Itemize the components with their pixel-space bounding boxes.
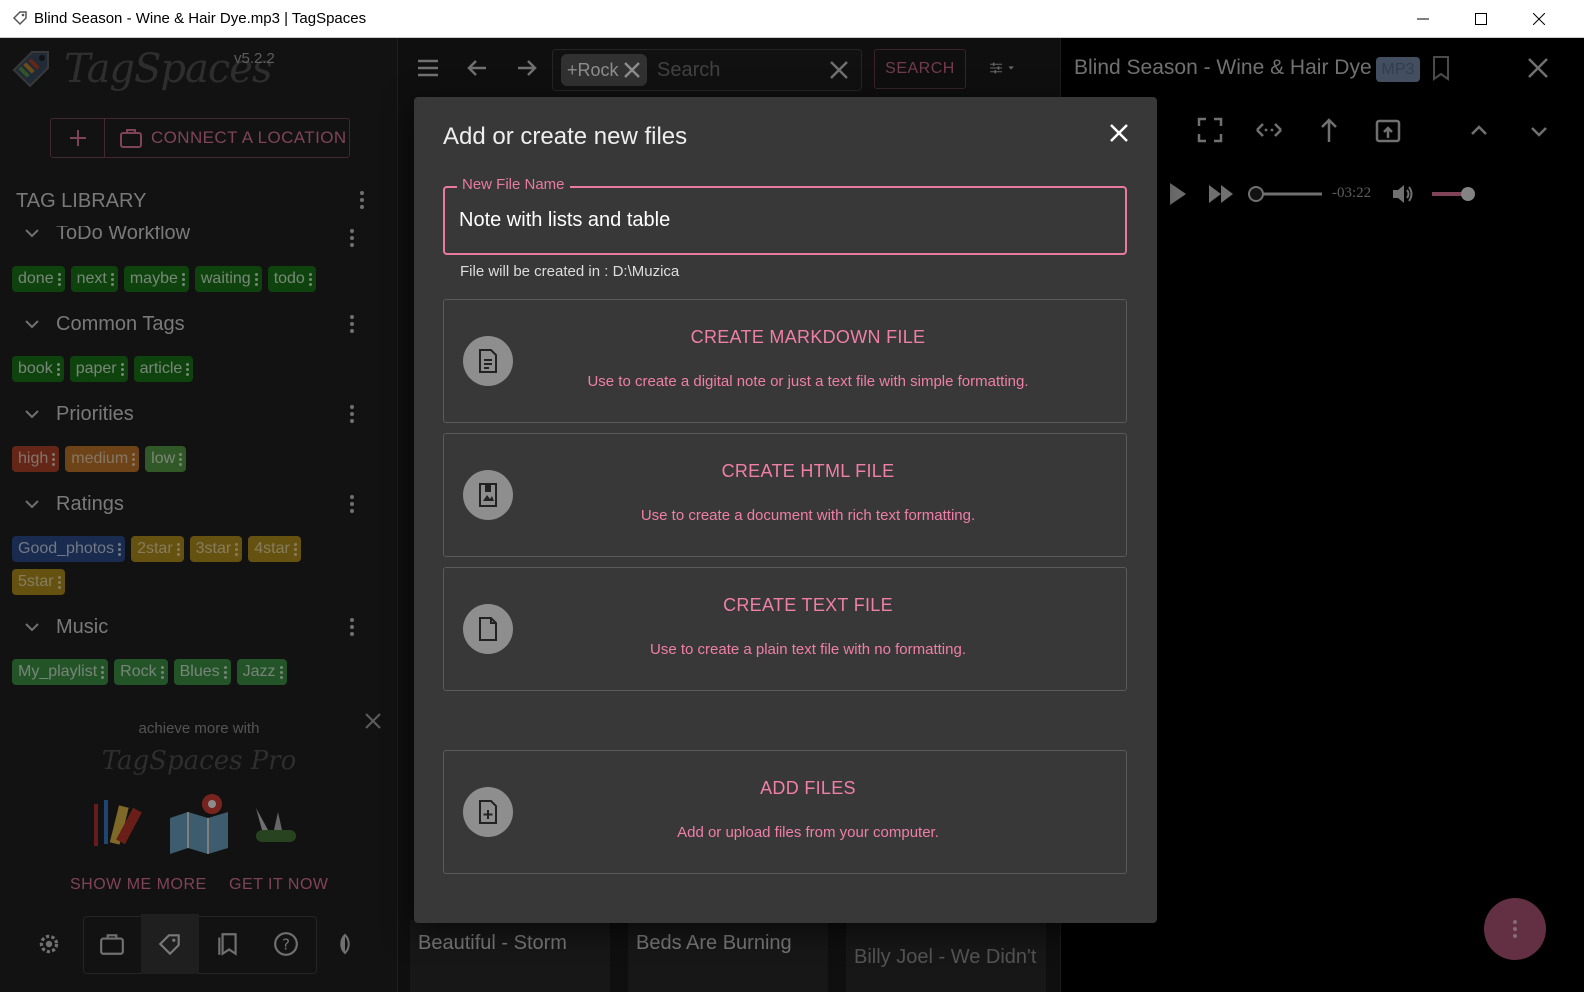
add-file-icon — [479, 800, 497, 824]
create-text-button[interactable]: CREATE TEXT FILE Use to create a plain t… — [443, 567, 1127, 691]
new-file-name-field[interactable]: New File Name Note with lists and table — [443, 176, 1127, 255]
option-description: Use to create a digital note or just a t… — [587, 373, 1029, 390]
create-html-button[interactable]: CREATE HTML FILE Use to create a documen… — [443, 433, 1127, 557]
new-file-name-label: New File Name — [457, 176, 570, 193]
close-icon — [1533, 13, 1545, 25]
close-dialog-icon[interactable] — [1107, 121, 1131, 145]
maximize-button[interactable] — [1452, 0, 1510, 38]
option-description: Add or upload files from your computer. — [677, 824, 939, 841]
window-titlebar: Blind Season - Wine & Hair Dye.mp3 | Tag… — [0, 0, 1584, 38]
close-window-button[interactable] — [1510, 0, 1568, 38]
app-tag-icon — [12, 11, 27, 26]
create-markdown-button[interactable]: CREATE MARKDOWN FILE Use to create a dig… — [443, 299, 1127, 423]
minimize-icon — [1417, 18, 1429, 20]
add-files-button[interactable]: ADD FILES Add or upload files from your … — [443, 750, 1127, 874]
option-title: CREATE HTML FILE — [721, 461, 895, 481]
add-files-dialog: Add or create new files New File Name No… — [414, 97, 1157, 923]
dialog-title: Add or create new files — [443, 123, 688, 150]
window-title: Blind Season - Wine & Hair Dye.mp3 | Tag… — [34, 10, 367, 27]
text-file-icon — [479, 617, 497, 641]
minimize-button[interactable] — [1394, 0, 1452, 38]
option-title: ADD FILES — [760, 778, 856, 798]
html-file-icon — [479, 483, 497, 507]
markdown-file-icon — [479, 349, 497, 373]
file-location-hint: File will be created in : D:\Muzica — [460, 263, 680, 280]
option-title: CREATE TEXT FILE — [723, 595, 893, 615]
option-description: Use to create a plain text file with no … — [650, 641, 966, 658]
maximize-icon — [1475, 13, 1487, 25]
new-file-name-value: Note with lists and table — [459, 209, 671, 231]
option-description: Use to create a document with rich text … — [640, 507, 976, 524]
option-title: CREATE MARKDOWN FILE — [690, 327, 926, 347]
